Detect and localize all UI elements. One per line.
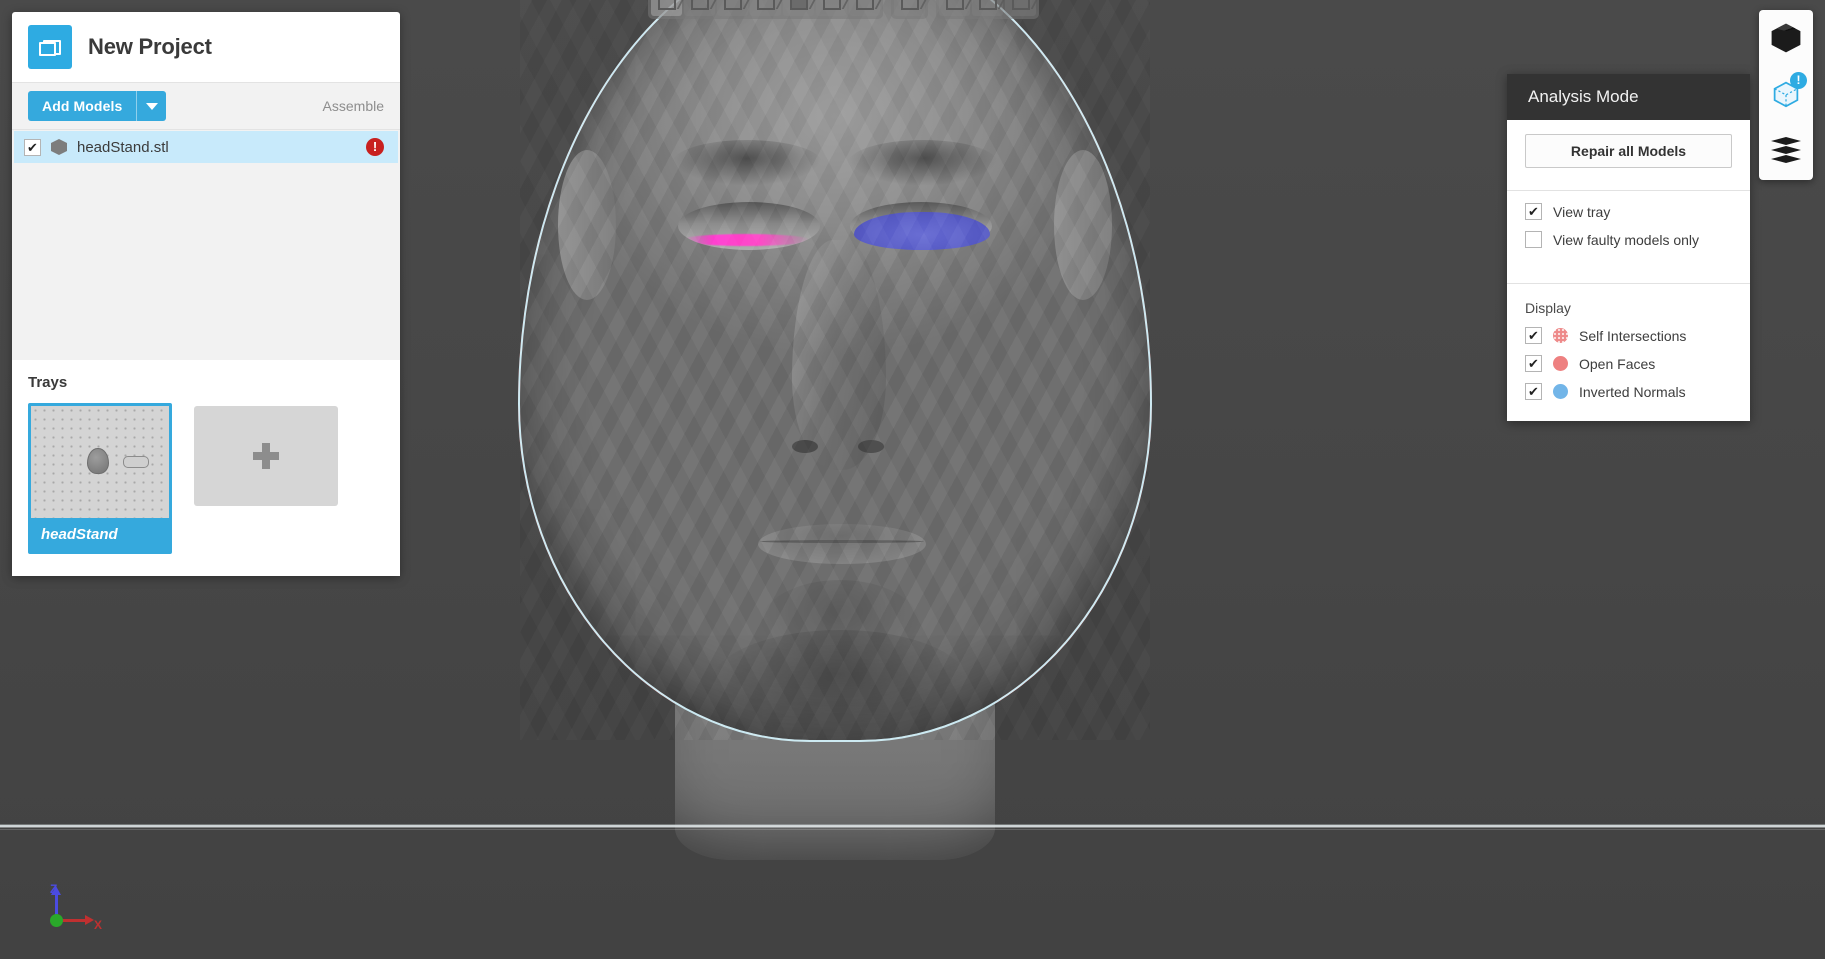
- checkbox-row-inverted-normals[interactable]: ✔ Inverted Normals: [1525, 383, 1732, 400]
- model-nostril-left: [792, 440, 818, 453]
- prepare-mode-icon[interactable]: [1768, 20, 1804, 56]
- tray-thumb-model-head: [87, 448, 109, 474]
- tray-card-headstand[interactable]: headStand: [28, 403, 172, 554]
- model-eye-left-self-intersections: [678, 202, 820, 250]
- self-intersections-checkbox[interactable]: ✔: [1525, 327, 1542, 344]
- tool-rotate-icon[interactable]: [939, 0, 970, 16]
- add-models-group: Add Models: [28, 91, 167, 121]
- add-tray-button[interactable]: [194, 406, 338, 506]
- checkbox-row-open-faces[interactable]: ✔ Open Faces: [1525, 355, 1732, 372]
- axis-origin-y: [50, 914, 63, 927]
- model-list-item[interactable]: ✔ headStand.stl !: [14, 131, 398, 163]
- model-nostril-right: [858, 440, 884, 453]
- view-tray-checkbox[interactable]: ✔: [1525, 203, 1542, 220]
- add-models-button[interactable]: Add Models: [28, 91, 137, 121]
- tray-thumb-model-stand: [123, 456, 149, 468]
- analysis-mode-icon[interactable]: !: [1768, 72, 1807, 112]
- self-intersections-color-swatch: [1553, 328, 1568, 343]
- inverted-normals-checkbox[interactable]: ✔: [1525, 383, 1542, 400]
- model-mouth: [758, 524, 926, 564]
- model-name-label: headStand.stl: [77, 138, 169, 156]
- folder-icon[interactable]: [28, 25, 72, 69]
- checkbox-row-self-intersections[interactable]: ✔ Self Intersections: [1525, 327, 1732, 344]
- open-faces-label: Open Faces: [1579, 355, 1656, 372]
- assemble-button[interactable]: Assemble: [323, 98, 384, 114]
- trays-section: Trays headStand: [12, 360, 400, 576]
- view-top-icon[interactable]: [783, 0, 814, 16]
- view-tray-label: View tray: [1553, 203, 1611, 220]
- plus-icon: [253, 443, 279, 469]
- trays-title: Trays: [28, 374, 68, 391]
- axis-label-x: X: [94, 918, 103, 932]
- view-iso-icon[interactable]: [849, 0, 880, 16]
- page-title: New Project: [88, 34, 212, 59]
- inverted-normals-color-swatch: [1553, 384, 1568, 399]
- model-head: [518, 0, 1152, 742]
- analysis-view-options: ✔ View tray View faulty models only: [1507, 191, 1750, 269]
- project-header: New Project: [12, 12, 400, 82]
- view-toolbar-group-fit: [891, 0, 928, 19]
- view-right-icon[interactable]: [750, 0, 781, 16]
- repair-all-models-button[interactable]: Repair all Models: [1525, 134, 1732, 168]
- error-badge[interactable]: !: [366, 138, 384, 156]
- model-headstand[interactable]: [470, 0, 1200, 959]
- models-toolbar: Add Models Assemble: [12, 82, 400, 130]
- tool-mirror-icon[interactable]: [972, 0, 1003, 16]
- project-panel: New Project Add Models Assemble ✔ headSt…: [12, 12, 400, 576]
- model-brow-left: [672, 140, 822, 186]
- analysis-mode-panel: Analysis Mode Repair all Models ✔ View t…: [1507, 74, 1750, 421]
- open-faces-color-swatch: [1553, 356, 1568, 371]
- view-faulty-models-only-checkbox[interactable]: [1525, 231, 1542, 248]
- open-faces-checkbox[interactable]: ✔: [1525, 355, 1542, 372]
- analysis-mode-body: Repair all Models: [1507, 120, 1750, 176]
- axis-gizmo: Z X: [42, 882, 122, 946]
- display-section-title: Display: [1525, 300, 1571, 316]
- tool-lay-flat-icon[interactable]: [1005, 0, 1036, 16]
- chevron-down-icon: [145, 102, 158, 110]
- build-platform-line: [0, 824, 1825, 828]
- analysis-warning-badge: !: [1790, 72, 1807, 89]
- model-ear-right: [1054, 150, 1112, 300]
- view-bottom-icon[interactable]: [816, 0, 847, 16]
- tray-label: headStand: [31, 518, 169, 551]
- analysis-mode-title: Analysis Mode: [1507, 74, 1750, 120]
- view-toolbar-group-views: [648, 0, 883, 19]
- tray-thumbnail: [31, 406, 169, 518]
- view-front-icon[interactable]: [651, 0, 682, 16]
- view-toolbar-group-tools: [936, 0, 1039, 19]
- view-toolbar[interactable]: [648, 0, 1039, 19]
- model-brow-right: [848, 140, 998, 186]
- model-mouth-line: [760, 540, 924, 543]
- add-models-dropdown-button[interactable]: [136, 91, 167, 121]
- axis-arrow-z: [51, 886, 61, 916]
- model-cube-icon: [51, 139, 67, 155]
- analysis-display-options: Display ✔ Self Intersections ✔ Open Face…: [1507, 284, 1750, 421]
- view-fit-icon[interactable]: [894, 0, 925, 16]
- trays-row: headStand: [28, 403, 384, 554]
- model-checkbox[interactable]: ✔: [24, 138, 41, 156]
- self-intersections-label: Self Intersections: [1579, 327, 1687, 344]
- preview-mode-icon[interactable]: [1768, 132, 1804, 168]
- inverted-normals-patch: [854, 212, 990, 250]
- model-nose: [792, 240, 886, 470]
- view-left-icon[interactable]: [717, 0, 748, 16]
- checkbox-row-view-tray[interactable]: ✔ View tray: [1525, 203, 1732, 220]
- view-back-icon[interactable]: [684, 0, 715, 16]
- inverted-normals-label: Inverted Normals: [1579, 383, 1686, 400]
- view-faulty-models-only-label: View faulty models only: [1553, 231, 1700, 248]
- model-jaw-shadow: [710, 630, 970, 740]
- model-ear-left: [558, 150, 616, 300]
- models-list: ✔ headStand.stl !: [12, 130, 400, 360]
- checkbox-row-view-faulty-models-only[interactable]: View faulty models only: [1525, 231, 1732, 248]
- mode-toolbar: !: [1759, 10, 1813, 180]
- build-platform-edge: [0, 829, 1825, 830]
